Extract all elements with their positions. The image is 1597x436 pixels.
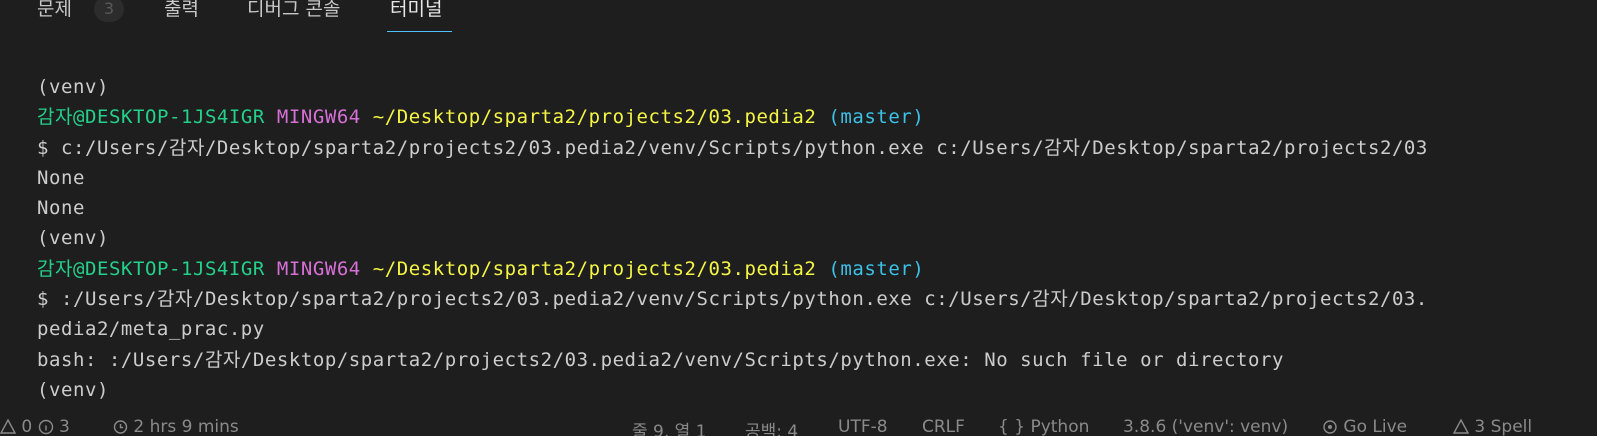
spell-status[interactable]: 3 Spell [1452,417,1533,436]
terminal-text-segment: MINGW64 [276,106,373,129]
terminal-text-segment: (venv) [37,76,109,98]
terminal-line: 감자@DESKTOP-1JS4IGR MINGW64 ~/Desktop/spa… [37,254,1597,284]
terminal-line: (venv) [37,223,1597,253]
terminal-line: (venv) [37,375,1597,405]
problems-status[interactable]: 0 3 [0,417,70,436]
encoding-status[interactable]: UTF-8 [838,417,888,436]
errors-count: 0 [21,417,33,436]
tab-terminal[interactable]: 터미널 [390,0,442,24]
status-bar: 0 3 2 hrs 9 mins 줄 9, 열 1 공백: 4 UTF-8 CR… [0,414,1597,436]
tab-debug-console-label: 디버그 콘솔 [247,0,341,20]
terminal-text-segment: 감자@DESKTOP-1JS4IGR [37,106,277,129]
spell-warning-icon [1452,417,1470,436]
terminal-text-segment: $ c:/Users/감자/Desktop/sparta2/projects2/… [37,136,1428,159]
terminal-line: $ c:/Users/감자/Desktop/sparta2/projects2/… [37,133,1597,163]
terminal-text-segment: 감자@DESKTOP-1JS4IGR [37,257,277,280]
problems-count-badge: 3 [94,0,124,22]
terminal-text-segment: (master) [828,257,925,280]
tab-output-label: 출력 [164,0,199,20]
terminal-text-segment: pedia2/meta_prac.py [37,318,265,341]
tab-problems[interactable]: 문제 [37,0,72,24]
interpreter-status[interactable]: 3.8.6 ('venv': venv) [1123,417,1288,436]
tab-problems-label: 문제 [37,0,72,20]
terminal-line: 감자@DESKTOP-1JS4IGR MINGW64 ~/Desktop/spa… [37,102,1597,132]
terminal-line: $ :/Users/감자/Desktop/sparta2/projects2/0… [37,284,1597,314]
terminal-text-segment: bash: :/Users/감자/Desktop/sparta2/project… [37,348,1284,371]
history-icon [112,417,128,436]
terminal-text-segment: (venv) [37,227,109,250]
info-icon [38,417,54,436]
broadcast-icon [1322,417,1338,436]
terminal-panel: 문제 3 출력 디버그 콘솔 터미널 (venv) 감자@DESKTOP-1JS4… [0,0,1597,414]
indentation-status[interactable]: 공백: 4 [745,417,798,436]
terminal-line: pedia2/meta_prac.py [37,314,1597,344]
tab-output[interactable]: 출력 [164,0,199,24]
time-tracked-label: 2 hrs 9 mins [133,417,239,436]
language-label: Python [1030,417,1090,436]
tab-debug-console[interactable]: 디버그 콘솔 [247,0,340,24]
terminal-line: None [37,193,1597,223]
go-live-button[interactable]: Go Live [1322,417,1407,436]
active-tab-indicator [387,31,452,32]
time-tracker-status[interactable]: 2 hrs 9 mins [112,417,239,436]
terminal-text-segment: $ :/Users/감자/Desktop/sparta2/projects2/0… [37,288,1428,311]
language-status[interactable]: { } Python [998,417,1089,436]
go-live-label: Go Live [1343,417,1408,436]
terminal-text-segment: ~/Desktop/sparta2/projects2/03.pedia2 [372,106,829,129]
braces-icon: { } [998,417,1026,436]
cursor-position-status[interactable]: 줄 9, 열 1 [632,417,707,436]
warning-icon [0,417,17,436]
terminal-output[interactable]: (venv) 감자@DESKTOP-1JS4IGR MINGW64 ~/Deskt… [37,72,1597,405]
terminal-text-segment: None [37,166,85,189]
line-ending-status[interactable]: CRLF [922,417,965,436]
terminal-text-segment: (venv) [37,378,109,401]
terminal-text-segment: MINGW64 [276,257,373,280]
terminal-line: None [37,163,1597,193]
tab-terminal-label: 터미널 [390,0,443,20]
panel-tab-bar: 문제 3 출력 디버그 콘솔 터미널 [0,0,1597,34]
spell-label: 3 Spell [1474,417,1533,436]
terminal-line: bash: :/Users/감자/Desktop/sparta2/project… [37,345,1597,375]
terminal-text-segment: ~/Desktop/sparta2/projects2/03.pedia2 [372,257,829,280]
terminal-line: (venv) [37,72,1597,102]
terminal-text-segment: (master) [828,106,925,129]
warnings-count: 3 [59,417,70,436]
terminal-text-segment: None [37,197,85,220]
